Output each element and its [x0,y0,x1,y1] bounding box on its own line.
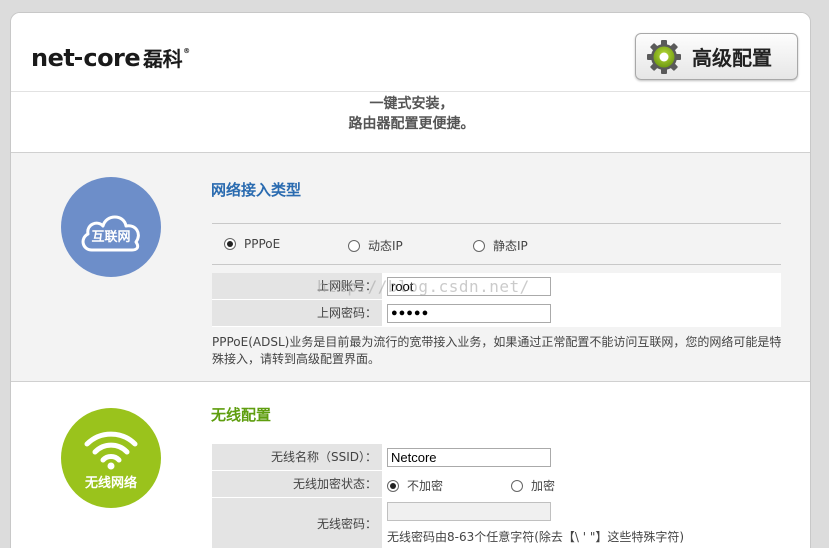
encrypt-cell: 不加密 加密 [382,471,781,497]
logo-text-net: net [31,43,75,72]
account-input[interactable]: root [387,277,551,296]
wireless-password-row: 无线密码： 无线密码由8-63个任意字符(除去【\ ' "】这些特殊字符) [212,498,781,548]
wireless-password-label: 无线密码： [212,498,382,548]
radio-pppoe-label: PPPoE [244,237,281,251]
radio-dynamic-ip[interactable]: 动态IP [348,237,403,254]
wifi-icon [84,431,138,469]
radio-no-encryption[interactable]: 不加密 [387,477,443,494]
pppoe-note: PPPoE(ADSL)业务是目前最为流行的宽带接入业务，如果通过正常配置不能访问… [212,335,782,366]
account-row: 上网账号： root [212,273,781,300]
wireless-circle-label: 无线网络 [84,475,137,491]
advanced-config-label: 高级配置 [692,46,772,70]
password-row: 上网密码： ●●●●● [212,300,781,327]
gear-icon [647,39,681,74]
wireless-password-input[interactable] [387,502,551,521]
logo-text-cn: 磊科 [143,47,183,71]
account-label: 上网账号： [212,273,382,299]
ssid-cell: Netcore [382,444,781,470]
ssid-input[interactable]: Netcore [387,448,551,467]
ssid-row: 无线名称（SSID）： Netcore [212,444,781,471]
window-top-bar [0,0,829,12]
header: net core 磊科 ® 高级配置 [11,13,810,91]
wireless-form: 无线名称（SSID）： Netcore 无线加密状态： 不加密 加密 无线密码：… [212,444,781,548]
radio-encryption[interactable]: 加密 [511,477,555,494]
password-label: 上网密码： [212,300,382,326]
connection-type-group: PPPoE 动态IP 静态IP [212,223,781,265]
setup-panel: net core 磊科 ® 高级配置 一键式安装， 路由器配置更便捷。 互联网 … [10,12,811,548]
internet-section: 互联网 网络接入类型 PPPoE 动态IP 静态IP 上网账号： root 上网… [11,152,810,382]
logo-dot [75,57,83,60]
logo-text-core: core [83,43,141,72]
tagline-line-2: 路由器配置更便捷。 [348,116,475,132]
radio-pppoe[interactable]: PPPoE [224,237,280,251]
password-input[interactable]: ●●●●● [387,304,551,323]
wireless-section-title: 无线配置 [211,406,272,424]
wireless-password-hint: 无线密码由8-63个任意字符(除去【\ ' "】这些特殊字符) [387,530,685,544]
wireless-password-cell: 无线密码由8-63个任意字符(除去【\ ' "】这些特殊字符) [382,498,781,548]
radio-dynamic-ip-label: 动态IP [368,239,403,253]
tagline-line-1: 一键式安装， [369,96,454,112]
radio-static-ip-label: 静态IP [493,239,528,253]
encrypt-row: 无线加密状态： 不加密 加密 [212,471,781,498]
radio-no-encryption-label: 不加密 [407,479,444,493]
wireless-circle: 无线网络 [61,408,161,508]
encrypt-label: 无线加密状态： [212,471,382,497]
radio-encryption-indicator[interactable] [511,479,523,492]
internet-circle: 互联网 [61,177,161,277]
radio-static-ip-indicator[interactable] [473,239,485,252]
radio-no-encryption-indicator[interactable] [387,479,399,492]
tagline: 一键式安装， 路由器配置更便捷。 [11,91,810,151]
radio-encryption-label: 加密 [531,479,556,493]
pppoe-form: 上网账号： root 上网密码： ●●●●● [212,273,781,327]
advanced-config-button[interactable]: 高级配置 [635,33,798,80]
netcore-logo: net core 磊科 ® [31,43,190,72]
account-cell: root [382,273,781,299]
ssid-label: 无线名称（SSID）： [212,444,382,470]
internet-section-title: 网络接入类型 [211,181,302,199]
radio-dynamic-ip-indicator[interactable] [348,239,360,252]
radio-static-ip[interactable]: 静态IP [473,237,528,254]
wireless-section: 无线网络 无线配置 无线名称（SSID）： Netcore 无线加密状态： 不加… [11,382,810,548]
password-cell: ●●●●● [382,300,781,326]
logo-registered-mark: ® [183,47,190,55]
internet-circle-label: 互联网 [91,229,131,245]
radio-pppoe-indicator[interactable] [224,238,236,250]
